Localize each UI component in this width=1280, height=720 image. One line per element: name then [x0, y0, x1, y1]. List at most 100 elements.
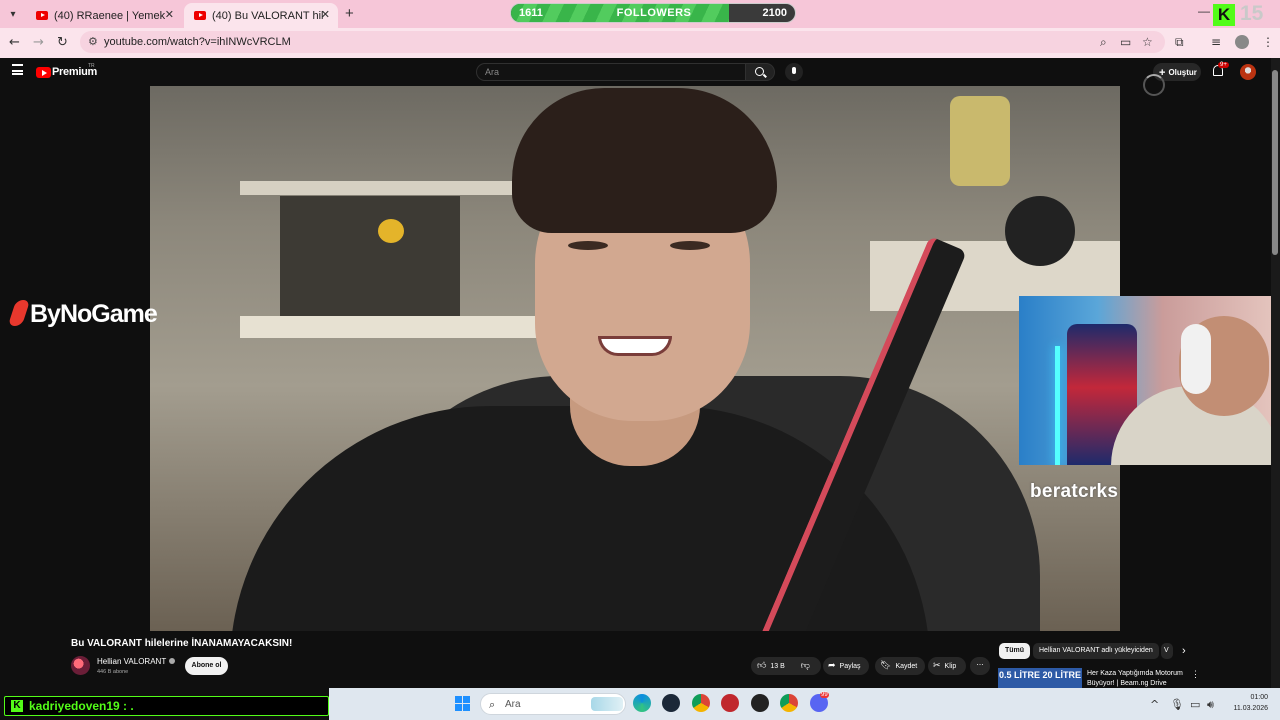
microphone-icon[interactable]	[785, 63, 803, 81]
video-cabinet	[280, 196, 460, 316]
streamer-webcam	[1019, 296, 1280, 465]
recommendation-thumbnail[interactable]: 0.5 LİTRE 20 LİTRE	[998, 668, 1082, 688]
channel-avatar[interactable]	[71, 656, 90, 675]
sponsor-name: ByNoGame	[30, 300, 158, 328]
share-icon: ➦	[828, 661, 836, 671]
save-label: Kaydet	[895, 663, 918, 670]
video-frame[interactable]	[150, 86, 1120, 631]
followers-goal-widget: 1611 FOLLOWERS 2100	[510, 3, 796, 23]
channel-name[interactable]: Hellian VALORANT	[97, 657, 176, 666]
chip-from-uploader[interactable]: Hellian VALORANT adlı yükleyiciden	[1033, 643, 1159, 659]
bookmark-star-icon[interactable]: ☆	[1142, 35, 1153, 49]
notifications-badge: 9+	[1218, 62, 1229, 68]
youtube-favicon-icon	[36, 11, 48, 20]
video-person-hair	[512, 88, 777, 233]
thumbs-up-icon: 👍︎	[757, 661, 767, 671]
extensions-icon[interactable]: ⧉	[1175, 35, 1184, 50]
video-figurine	[950, 96, 1010, 186]
kick-logo-icon: K	[11, 700, 23, 712]
video-person-eye	[568, 241, 608, 250]
windows-taskbar	[329, 688, 1280, 720]
clock-time[interactable]: 01:00	[1228, 694, 1268, 701]
bookmark-icon: 🔖︎	[880, 661, 892, 671]
kick-chat-overlay: K kadriyedoven19 : .	[4, 696, 329, 716]
tab-close-icon[interactable]: ✕	[165, 8, 174, 21]
like-button[interactable]: 👍︎ 13 B	[757, 661, 785, 671]
account-avatar[interactable]	[1240, 64, 1256, 80]
video-title: Bu VALORANT hilelerine İNANAMAYACAKSIN!	[71, 638, 293, 649]
country-code: TR	[88, 63, 95, 69]
create-label: Oluştur	[1168, 68, 1197, 77]
recommendation-menu-icon[interactable]: ⋮	[1191, 669, 1200, 680]
tab-close-icon[interactable]: ✕	[321, 8, 330, 21]
new-tab-button[interactable]: +	[345, 5, 354, 22]
youtube-header: Premium TR Ara + Oluştur 9+	[0, 58, 1280, 86]
save-button[interactable]: 🔖︎ Kaydet	[875, 657, 925, 675]
clip-label: Klip	[944, 663, 957, 670]
browser-menu-icon[interactable]: ⋮	[1262, 35, 1274, 49]
like-dislike-group: 👍︎ 13 B 👎︎	[751, 657, 821, 675]
profile-avatar[interactable]	[1235, 35, 1249, 49]
chrome-icon[interactable]	[692, 694, 710, 712]
browser-tab-strip: ▾ (40) RRaenee | Yemek Savaşları ✕ (40) …	[0, 0, 1280, 28]
network-icon[interactable]: ▭	[1190, 698, 1200, 711]
opera-gx-icon[interactable]	[721, 694, 739, 712]
youtube-favicon-icon	[194, 11, 206, 20]
tab-search-dropdown[interactable]: ▾	[4, 5, 22, 23]
tab-yemek-savaslari[interactable]: (40) RRaenee | Yemek Savaşları ✕	[26, 3, 182, 28]
recommendation-title[interactable]: Her Kaza Yaptığımda Motorum Büyüyor! | B…	[1087, 669, 1187, 689]
cast-icon[interactable]: ▭	[1120, 35, 1131, 49]
video-person-eye	[670, 241, 710, 250]
kick-viewer-count: 15	[1240, 2, 1264, 25]
share-label: Paylaş	[839, 663, 861, 670]
scrollbar-thumb[interactable]	[1272, 70, 1278, 255]
zoom-icon[interactable]: ⌕	[1100, 35, 1107, 50]
followers-goal: 2100	[762, 7, 787, 19]
youtube-search-input[interactable]: Ara	[476, 63, 746, 81]
channel-name-text[interactable]: Hellian VALORANT	[97, 657, 166, 666]
tab-valorant-video[interactable]: (40) Bu VALORANT hilelerine İNANAMAYACAK…	[184, 3, 338, 28]
clock-date[interactable]: 11.03.2026	[1213, 705, 1268, 712]
share-button[interactable]: ➦ Paylaş	[823, 657, 869, 675]
chevron-right-icon[interactable]: ›	[1182, 645, 1186, 657]
windows-start-icon[interactable]	[455, 696, 471, 712]
chrome-profile-icon[interactable]	[780, 694, 798, 712]
window-minimize-button[interactable]: —	[1198, 4, 1210, 18]
search-highlight-image	[591, 697, 623, 711]
microphone-tray-icon[interactable]: 🎙︎	[1170, 698, 1184, 711]
taskbar-search-input[interactable]: ⌕ Ara	[480, 693, 626, 715]
chip-more[interactable]: V	[1161, 643, 1173, 659]
search-icon[interactable]	[745, 63, 775, 81]
back-icon[interactable]: ←	[9, 35, 20, 50]
tray-chevron-icon[interactable]: ^	[1150, 698, 1159, 711]
site-info-icon[interactable]: ⚙	[88, 35, 98, 48]
media-controls-icon[interactable]: ≡	[1211, 35, 1221, 49]
youtube-logo-icon[interactable]	[36, 67, 51, 78]
subscribe-button[interactable]: Abone ol	[185, 657, 228, 675]
streamer-name-overlay: beratcrks	[1030, 481, 1119, 502]
thumbs-down-icon[interactable]: 👎︎	[801, 661, 810, 671]
chip-all[interactable]: Tümü	[999, 643, 1031, 659]
forward-icon[interactable]: →	[33, 35, 44, 50]
game-app-icon[interactable]	[751, 694, 769, 712]
video-person-mouth	[598, 336, 672, 356]
chat-message: kadriyedoven19 : .	[29, 699, 134, 713]
clip-button[interactable]: ✂ Klip	[928, 657, 966, 675]
start-tile	[463, 696, 470, 703]
address-bar[interactable]: ⚙ youtube.com/watch?v=ihINWcVRCLM	[80, 31, 1165, 53]
reload-icon[interactable]: ↻	[57, 35, 68, 50]
edge-icon[interactable]	[633, 694, 651, 712]
url-text: youtube.com/watch?v=ihINWcVRCLM	[104, 36, 291, 48]
menu-icon[interactable]	[12, 64, 23, 75]
scissors-icon: ✂	[933, 661, 941, 671]
webcam-headphones	[1181, 324, 1211, 394]
search-icon: ⌕	[489, 698, 496, 711]
tab-title: (40) Bu VALORANT hilelerine İNANAMAYACAK…	[212, 9, 324, 22]
start-tile	[455, 704, 462, 711]
followers-label: FOLLOWERS	[616, 7, 692, 19]
video-lamp	[378, 219, 404, 243]
discord-badge: 99	[820, 692, 829, 698]
more-actions-icon[interactable]: ⋯	[970, 657, 990, 675]
steam-icon[interactable]	[662, 694, 680, 712]
search-placeholder: Ara	[485, 67, 500, 77]
